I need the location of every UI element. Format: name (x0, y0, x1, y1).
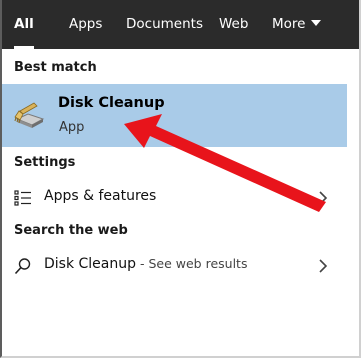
search-panel: All Apps Documents Web More Best match D… (0, 0, 361, 358)
search-filter-tabs: All Apps Documents Web More (2, 0, 359, 49)
web-result-label: Disk Cleanup - See web results (44, 256, 247, 272)
web-result-query: Disk Cleanup (44, 256, 137, 272)
settings-item-label: Apps & features (44, 188, 157, 204)
tab-web-label: Web (219, 16, 249, 32)
settings-item-apps-features[interactable]: Apps & features (2, 180, 347, 216)
tab-apps-label: Apps (69, 16, 103, 32)
tab-all-label: All (14, 16, 34, 32)
settings-header: Settings (14, 155, 76, 170)
web-result-suffix: - See web results (136, 256, 248, 271)
best-match-header: Best match (14, 60, 97, 75)
result-type: App (59, 120, 85, 135)
active-tab-indicator (14, 46, 34, 49)
best-match-result[interactable]: Disk Cleanup App (2, 84, 347, 147)
list-icon (14, 190, 31, 206)
tab-web[interactable]: Web (219, 0, 248, 49)
search-icon (14, 258, 31, 275)
result-title: Disk Cleanup (58, 95, 165, 111)
chevron-right-icon (319, 191, 328, 205)
tab-more[interactable]: More (272, 0, 322, 49)
tab-documents-label: Documents (126, 16, 203, 32)
web-result-disk-cleanup[interactable]: Disk Cleanup - See web results (2, 248, 347, 284)
tab-all[interactable]: All (14, 0, 34, 49)
disk-cleanup-icon (14, 102, 45, 128)
chevron-down-icon (311, 20, 322, 26)
tab-apps[interactable]: Apps (69, 0, 102, 49)
chevron-right-icon (319, 259, 328, 273)
search-web-header: Search the web (14, 223, 128, 238)
tab-documents[interactable]: Documents (126, 0, 203, 49)
tab-more-label: More (272, 16, 306, 32)
